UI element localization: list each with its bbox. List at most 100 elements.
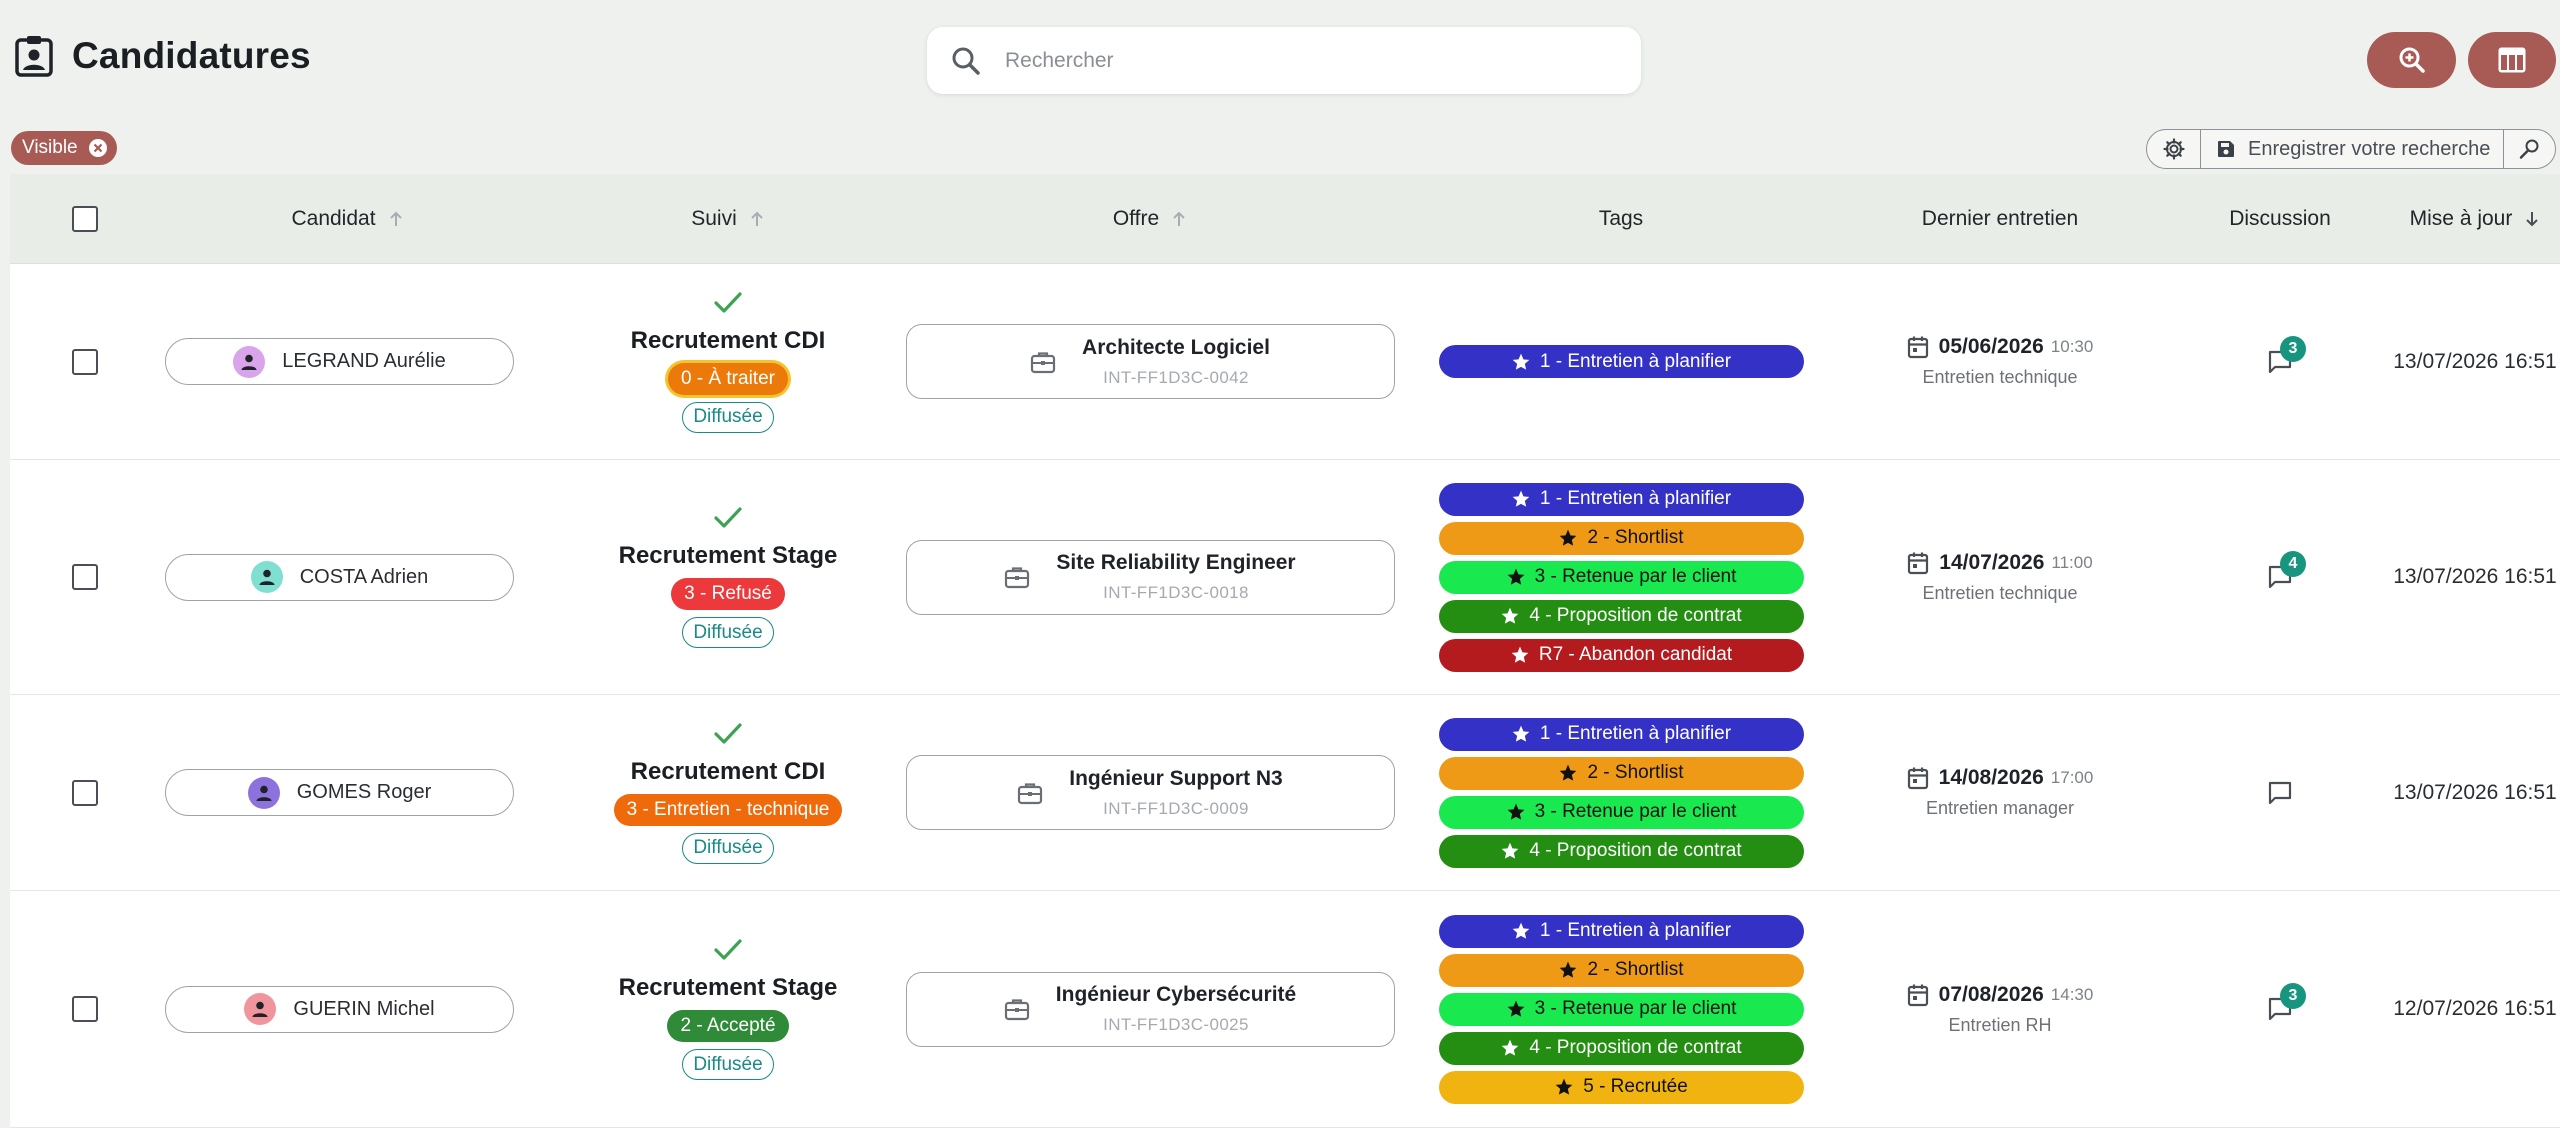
tag-label: 4 - Proposition de contrat	[1529, 605, 1742, 626]
tag-label: 1 - Entretien à planifier	[1539, 488, 1732, 509]
last-interview-cell: 14/07/2026 11:00 Entretien technique	[1830, 460, 2170, 694]
interview-date: 14/08/2026	[1938, 766, 2044, 789]
search-icon	[951, 46, 981, 76]
offer-card[interactable]: Ingénieur Cybersécurité INT-FF1D3C-0025	[905, 971, 1395, 1047]
offer-text: Architecte Logiciel INT-FF1D3C-0042	[1082, 336, 1270, 388]
search-bar[interactable]	[927, 27, 1641, 94]
briefcase-icon	[1030, 350, 1056, 374]
star-icon	[1512, 490, 1530, 507]
tag-badge[interactable]: 5 - Recrutée	[1438, 1070, 1804, 1104]
tag-label: R7 - Abandon candidat	[1538, 644, 1733, 665]
tag-badge[interactable]: 2 - Shortlist	[1438, 521, 1804, 555]
offer-card[interactable]: Site Reliability Engineer INT-FF1D3C-001…	[905, 539, 1395, 615]
tag-badge[interactable]: 3 - Retenue par le client	[1438, 795, 1804, 829]
tag-badge[interactable]: 3 - Retenue par le client	[1438, 992, 1804, 1026]
status-badge[interactable]: 3 - Refusé	[671, 578, 785, 610]
updated-at: 13/07/2026 16:51	[2393, 349, 2557, 373]
status-badge[interactable]: 0 - À traiter	[668, 362, 788, 395]
column-header-candidat[interactable]: Candidat	[170, 174, 525, 264]
tag-label: 4 - Proposition de contrat	[1529, 840, 1742, 861]
table-layout-button[interactable]	[2468, 32, 2556, 88]
interview-type: Entretien technique	[1922, 582, 2078, 603]
interview-time: 14:30	[2050, 984, 2094, 1004]
tag-badge[interactable]: 2 - Shortlist	[1438, 756, 1804, 790]
unread-count-badge: 3	[2280, 983, 2306, 1009]
zoom-search-button[interactable]	[2367, 32, 2456, 88]
tag-badge[interactable]: 1 - Entretien à planifier	[1438, 345, 1804, 378]
row-checkbox[interactable]	[72, 996, 98, 1022]
calendar-icon	[1907, 335, 1929, 359]
tag-badge[interactable]: 2 - Shortlist	[1438, 953, 1804, 987]
offer-card[interactable]: Architecte Logiciel INT-FF1D3C-0042	[905, 324, 1395, 399]
candidate-pill[interactable]: LEGRAND Aurélie	[165, 338, 514, 385]
page-header: Candidatures	[14, 34, 311, 78]
select-all-checkbox[interactable]	[72, 206, 98, 232]
row-checkbox[interactable]	[72, 564, 98, 590]
person-search-icon	[2518, 138, 2542, 160]
avatar	[244, 993, 277, 1025]
person-icon	[241, 354, 257, 370]
star-icon	[1512, 353, 1530, 370]
table-header: Candidat Suivi Offre Tags Dernier entret…	[10, 174, 2560, 264]
check-icon	[713, 506, 743, 530]
discussion-button[interactable]: 3	[2260, 983, 2306, 1029]
offer-title: Ingénieur Cybersécurité	[1055, 983, 1297, 1006]
column-header-mise-a-jour[interactable]: Mise à jour	[2335, 174, 2560, 264]
tag-label: 2 - Shortlist	[1587, 527, 1684, 548]
star-icon	[1512, 922, 1530, 939]
tag-label: 1 - Entretien à planifier	[1539, 350, 1732, 372]
tag-label: 3 - Retenue par le client	[1534, 801, 1737, 822]
arrow-up-icon	[751, 211, 763, 226]
candidate-cell: GOMES Roger	[162, 695, 517, 890]
tag-label: 3 - Retenue par le client	[1534, 566, 1737, 587]
tag-badge[interactable]: 4 - Proposition de contrat	[1438, 1031, 1804, 1065]
status-badge[interactable]: 3 - Entretien - technique	[613, 793, 843, 826]
floppy-disk-icon	[2218, 141, 2234, 157]
row-checkbox[interactable]	[72, 348, 98, 375]
close-circle-icon[interactable]	[87, 137, 109, 159]
row-checkbox[interactable]	[72, 779, 98, 806]
arrow-up-icon	[389, 211, 402, 226]
column-header-suivi[interactable]: Suivi	[568, 174, 888, 264]
candidate-pill[interactable]: COSTA Adrien	[165, 553, 514, 601]
publication-badge: Diffusée	[682, 617, 774, 648]
discussion-button[interactable]: 3	[2260, 335, 2306, 382]
column-label: Discussion	[2229, 207, 2331, 230]
person-icon	[252, 1001, 268, 1017]
tag-badge[interactable]: 1 - Entretien à planifier	[1438, 914, 1804, 948]
top-bar: Candidatures	[0, 0, 2560, 120]
updated-cell: 13/07/2026 16:51	[2340, 264, 2560, 459]
tag-badge[interactable]: R7 - Abandon candidat	[1438, 638, 1804, 672]
avatar	[250, 561, 283, 593]
briefcase-icon	[1017, 781, 1043, 805]
tags-cell: 1 - Entretien à planifier 2 - Shortlist 3 …	[1431, 695, 1811, 890]
updated-at: 13/07/2026 16:51	[2393, 565, 2557, 588]
check-icon	[713, 722, 743, 746]
check-icon	[713, 291, 743, 315]
saved-searches-button[interactable]	[2503, 130, 2555, 168]
table-row[interactable]: LEGRAND Aurélie Recrutement CDI 0 - À tr…	[10, 264, 2560, 460]
last-interview-cell: 14/08/2026 17:00 Entretien manager	[1830, 695, 2170, 890]
candidate-pill[interactable]: GUERIN Michel	[165, 985, 514, 1033]
table-row[interactable]: GUERIN Michel Recrutement Stage 2 - Acce…	[10, 891, 2560, 1128]
offer-card[interactable]: Ingénieur Support N3 INT-FF1D3C-0009	[905, 755, 1395, 830]
column-header-offre[interactable]: Offre	[905, 174, 1395, 264]
discussion-button[interactable]	[2260, 773, 2300, 813]
tag-badge[interactable]: 1 - Entretien à planifier	[1438, 717, 1804, 751]
chat-bubble-icon	[2268, 781, 2292, 804]
offer-text: Ingénieur Cybersécurité INT-FF1D3C-0025	[1056, 983, 1296, 1035]
candidate-pill[interactable]: GOMES Roger	[165, 769, 514, 816]
status-badge[interactable]: 2 - Accepté	[667, 1010, 789, 1042]
tag-badge[interactable]: 4 - Proposition de contrat	[1438, 834, 1804, 868]
table-row[interactable]: GOMES Roger Recrutement CDI 3 - Entretie…	[10, 695, 2560, 891]
tag-badge[interactable]: 4 - Proposition de contrat	[1438, 599, 1804, 633]
table-row[interactable]: COSTA Adrien Recrutement Stage 3 - Refus…	[10, 460, 2560, 695]
table-layout-icon	[2497, 46, 2527, 74]
tag-badge[interactable]: 1 - Entretien à planifier	[1438, 482, 1804, 516]
tag-badge[interactable]: 3 - Retenue par le client	[1438, 560, 1804, 594]
save-search-button[interactable]: Enregistrer votre recherche	[2200, 130, 2503, 168]
settings-button[interactable]	[2147, 130, 2200, 168]
discussion-button[interactable]: 4	[2260, 551, 2306, 597]
process-name: Recrutement CDI	[630, 757, 826, 785]
search-input[interactable]	[1005, 48, 1605, 73]
